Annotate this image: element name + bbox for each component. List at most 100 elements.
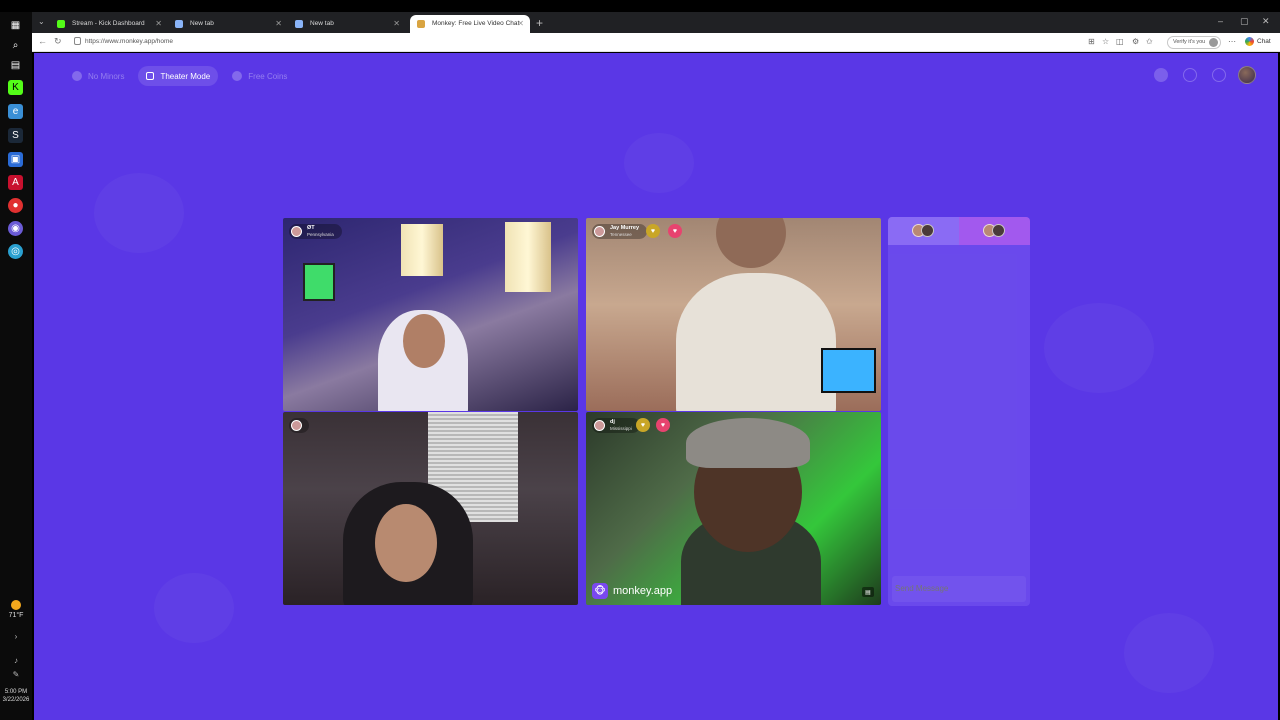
new-tab-button[interactable]: + [536, 16, 543, 30]
monkey-watermark: 🐵 monkey.app [592, 583, 672, 599]
free-coins-label: Free Coins [248, 71, 288, 81]
tab-title: New tab [190, 20, 214, 27]
discord-icon[interactable]: ◉ [8, 221, 23, 236]
windows-taskbar: ▦ ⌕ ▤ K e S ▣ A ● ◉ ◎ 71°F › ♪ ✎ 5:00 PM… [0, 12, 32, 720]
url-field[interactable]: https://www.monkey.app/home [85, 38, 173, 45]
top-right-controls [1139, 66, 1256, 84]
more-options-icon[interactable]: ⋯ [1228, 37, 1236, 46]
browser-address-bar: ← ↻ https://www.monkey.app/home ⊞ ☆ ◫ ⚙ … [32, 33, 1280, 52]
gift-icon[interactable]: ♥ [656, 418, 670, 432]
history-icon[interactable] [1183, 68, 1197, 82]
heart-icon[interactable]: ♥ [636, 418, 650, 432]
close-icon[interactable]: ✕ [155, 15, 162, 33]
user-tag[interactable]: Jay Murrey Tennessee [592, 224, 648, 239]
free-coins-button[interactable]: Free Coins [224, 66, 295, 86]
monkey-logo-icon: 🐵 [592, 583, 608, 599]
chat-tab-pair-1[interactable] [888, 217, 959, 245]
user-name: ØT [307, 225, 315, 231]
tab-title: Stream - Kick Dashboard [72, 20, 145, 27]
pair-avatars [911, 224, 936, 238]
tab-kick-dashboard[interactable]: Stream - Kick Dashboard ✕ [50, 15, 168, 33]
pen-icon[interactable]: ✎ [0, 670, 32, 679]
sun-icon [11, 600, 21, 610]
new-tab-favicon-icon [295, 20, 303, 28]
tab-list-icon[interactable]: ⌄ [38, 17, 45, 26]
extensions-icon[interactable]: ⚙ [1132, 37, 1139, 46]
start-icon[interactable]: ▦ [8, 18, 23, 33]
browser-tab-bar: ⌄ Stream - Kick Dashboard ✕ New tab ✕ Ne… [32, 12, 1280, 33]
tab-new-2[interactable]: New tab ✕ [288, 15, 406, 33]
user-location: Pennsylvania [307, 232, 334, 237]
user-name: Jay Murrey [610, 225, 640, 231]
search-icon[interactable]: ⌕ [8, 38, 23, 53]
person-face [403, 314, 445, 368]
monitor [821, 348, 876, 393]
expand-icon [146, 72, 155, 80]
site-info-icon[interactable] [74, 37, 81, 45]
chat-tab-pair-2[interactable] [959, 217, 1030, 245]
apps-icon[interactable]: ⊞ [1088, 37, 1095, 46]
favorites-icon[interactable]: ✩ [1146, 37, 1153, 46]
user-tag[interactable] [289, 418, 309, 433]
close-icon[interactable]: ✕ [393, 15, 400, 33]
tab-monkey[interactable]: Monkey: Free Live Video Chat ✕ [410, 15, 530, 33]
person-face [716, 218, 786, 268]
clock-date: 3/22/2026 [2, 697, 30, 703]
tab-new-1[interactable]: New tab ✕ [168, 15, 288, 33]
store-icon[interactable]: ▣ [8, 152, 23, 167]
monitor-glow [303, 263, 335, 301]
restore-icon[interactable]: ▢ [1240, 16, 1249, 27]
coins-icon [232, 71, 243, 81]
messages-icon[interactable] [1212, 68, 1226, 82]
refresh-icon[interactable]: ↻ [54, 36, 62, 47]
favorite-star-icon[interactable]: ☆ [1102, 37, 1109, 46]
adobe-icon[interactable]: A [8, 175, 23, 190]
record-app-icon[interactable]: ● [8, 198, 23, 213]
kick-app-icon[interactable]: K [8, 80, 23, 95]
user-location: Mississippi [610, 426, 632, 431]
chat-panel [888, 217, 1030, 606]
user-avatar [594, 420, 605, 431]
minimize-icon[interactable]: – [1218, 16, 1223, 26]
clock[interactable]: 5:00 PM 3/22/2026 [0, 688, 32, 704]
copilot-chat-button[interactable]: Chat [1245, 37, 1271, 46]
user-tag[interactable]: ØT Pennsylvania [289, 224, 342, 239]
back-icon[interactable]: ← [38, 36, 47, 46]
steam-icon[interactable]: S [8, 128, 23, 143]
top-left-controls: No Minors Theater Mode Free Coins [64, 66, 301, 86]
split-screen-icon[interactable]: ◫ [1116, 37, 1124, 46]
user-avatar [594, 226, 605, 237]
theater-mode-toggle[interactable]: Theater Mode [138, 66, 219, 86]
user-tag[interactable]: dj Mississippi [592, 418, 640, 433]
verify-label: Verify it's you [1173, 39, 1206, 45]
close-window-icon[interactable]: ✕ [1262, 16, 1270, 27]
weather-widget[interactable]: 71°F [0, 600, 32, 619]
no-minors-toggle[interactable]: No Minors [64, 66, 132, 86]
video-tile-4[interactable]: dj Mississippi ♥ ♥ 🐵 monkey.app ▤ [586, 412, 881, 605]
temperature-label: 71°F [8, 612, 24, 619]
chevron-up-icon[interactable]: › [0, 632, 32, 641]
volume-icon[interactable]: ♪ [0, 656, 32, 665]
tab-title: New tab [310, 20, 334, 27]
window-light [401, 224, 443, 276]
new-tab-favicon-icon [175, 20, 183, 28]
edge-browser-icon[interactable]: e [8, 104, 23, 119]
gift-icon[interactable]: ♥ [668, 224, 682, 238]
pair-avatars [982, 224, 1007, 238]
task-view-icon[interactable]: ▤ [8, 58, 23, 73]
video-tile-1[interactable]: ØT Pennsylvania [283, 218, 578, 411]
tab-title: Monkey: Free Live Video Chat [432, 20, 520, 27]
monkey-app-page: No Minors Theater Mode Free Coins ØT Pen… [34, 53, 1278, 720]
close-icon[interactable]: ✕ [517, 15, 524, 33]
kick-favicon-icon [57, 20, 65, 28]
coin-icon[interactable] [1154, 68, 1168, 82]
close-icon[interactable]: ✕ [275, 15, 282, 33]
caption-icon[interactable]: ▤ [862, 587, 874, 597]
send-message-input[interactable] [892, 576, 1026, 602]
user-avatar[interactable] [1238, 66, 1256, 84]
obs-icon[interactable]: ◎ [8, 244, 23, 259]
video-tile-2[interactable]: Jay Murrey Tennessee ♥ ♥ [586, 218, 881, 411]
verify-profile-button[interactable]: Verify it's you [1167, 36, 1221, 49]
video-tile-3[interactable] [283, 412, 578, 605]
heart-icon[interactable]: ♥ [646, 224, 660, 238]
